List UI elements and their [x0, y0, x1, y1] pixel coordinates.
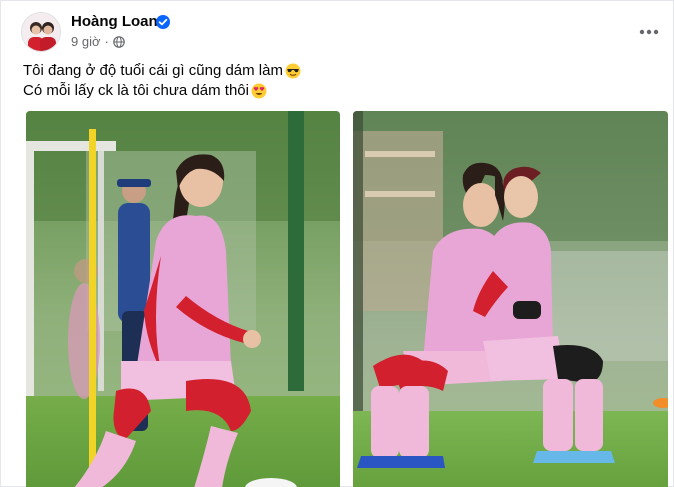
avatar[interactable] — [21, 12, 61, 52]
globe-icon[interactable] — [113, 35, 125, 48]
caption-text: Có mỗi lấy ck là tôi chưa dám thôi — [23, 82, 249, 99]
heart-eyes-face-icon — [251, 83, 267, 99]
avatar-image — [22, 13, 60, 51]
photo-player-running — [26, 111, 340, 487]
post-photo-1[interactable] — [26, 111, 340, 487]
more-options-button[interactable] — [637, 20, 661, 44]
caption-line: Tôi đang ở độ tuổi cái gì cũng dám làm — [23, 61, 301, 81]
post-caption: Tôi đang ở độ tuổi cái gì cũng dám làm C… — [23, 61, 301, 101]
post-card: Hoàng Loan 9 giờ · Tôi đang ở độ tuổi cá… — [0, 0, 674, 487]
meta-separator: · — [104, 34, 109, 49]
sunglasses-face-icon — [285, 63, 301, 79]
more-options-icon — [639, 29, 659, 35]
post-header: Hoàng Loan 9 giờ · — [21, 12, 661, 52]
caption-text: Tôi đang ở độ tuổi cái gì cũng dám làm — [23, 62, 283, 79]
timestamp-link[interactable]: 9 giờ — [71, 34, 101, 49]
photo-players-squat — [353, 111, 668, 487]
post-meta: 9 giờ · — [71, 34, 125, 49]
post-photo-2[interactable] — [353, 111, 668, 487]
verified-badge-icon — [156, 15, 170, 29]
caption-line: Có mỗi lấy ck là tôi chưa dám thôi — [23, 81, 301, 101]
author-name[interactable]: Hoàng Loan — [71, 13, 158, 30]
